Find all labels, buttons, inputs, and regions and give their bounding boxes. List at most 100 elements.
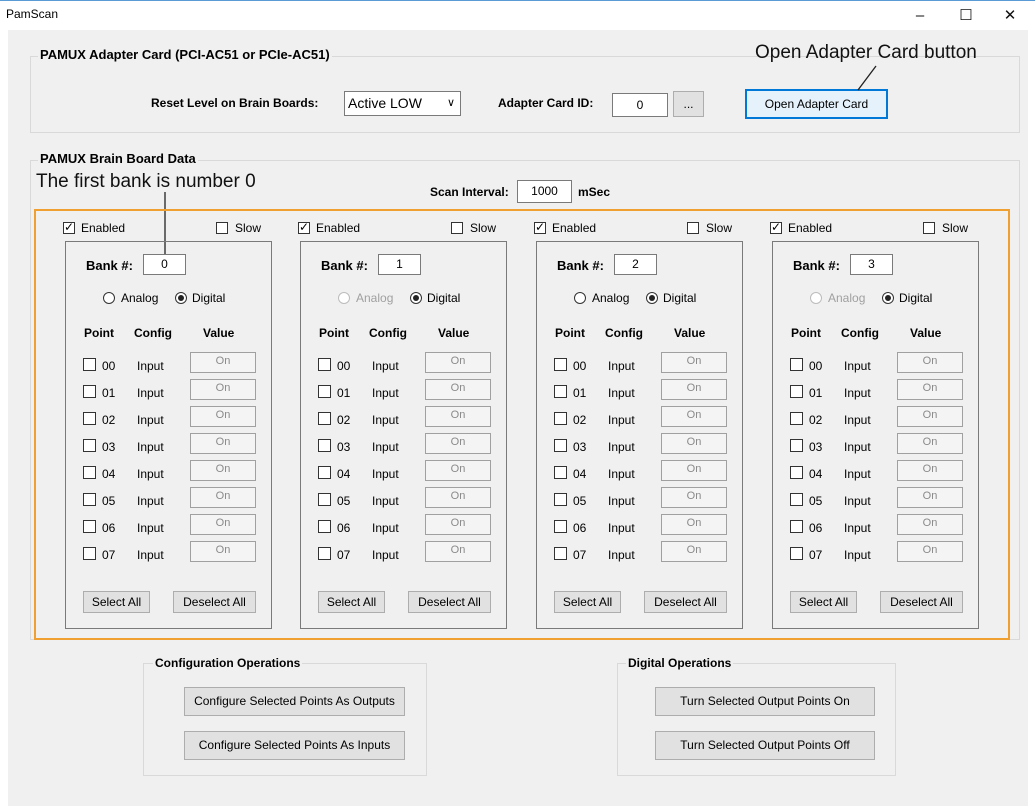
analog-radio[interactable]	[338, 292, 350, 304]
adapter-card-id-field[interactable]: 0	[612, 93, 668, 117]
deselect-all-button[interactable]: Deselect All	[644, 591, 727, 613]
config-ops-label: Configuration Operations	[153, 656, 303, 670]
analog-radio[interactable]	[103, 292, 115, 304]
point-checkbox[interactable]	[790, 412, 803, 425]
analog-label: Analog	[121, 291, 159, 305]
point-config: Input	[844, 521, 871, 535]
point-checkbox[interactable]	[554, 385, 567, 398]
bank-slow-checkbox[interactable]	[923, 222, 935, 234]
deselect-all-button[interactable]: Deselect All	[173, 591, 256, 613]
point-config: Input	[372, 494, 399, 508]
point-checkbox[interactable]	[318, 493, 331, 506]
point-number: 04	[809, 467, 823, 481]
digital-radio[interactable]	[410, 292, 422, 304]
point-checkbox[interactable]	[83, 547, 96, 560]
point-checkbox[interactable]	[83, 358, 96, 371]
point-config: Input	[137, 494, 164, 508]
point-checkbox[interactable]	[554, 466, 567, 479]
adapter-group-label: PAMUX Adapter Card (PCI-AC51 or PCIe-AC5…	[38, 47, 332, 62]
point-number: 05	[337, 494, 351, 508]
point-checkbox[interactable]	[318, 385, 331, 398]
analog-radio[interactable]	[574, 292, 586, 304]
reset-level-select[interactable]: Active LOW ∨	[344, 91, 461, 116]
digital-radio[interactable]	[646, 292, 658, 304]
select-all-button[interactable]: Select All	[83, 591, 150, 613]
minimize-button[interactable]: –	[900, 5, 940, 27]
point-config: Input	[608, 359, 635, 373]
digital-radio[interactable]	[175, 292, 187, 304]
point-config: Input	[844, 413, 871, 427]
point-checkbox[interactable]	[83, 439, 96, 452]
point-number: 02	[337, 413, 351, 427]
point-checkbox[interactable]	[790, 466, 803, 479]
open-button-callout: Open Adapter Card button	[755, 42, 977, 63]
point-checkbox[interactable]	[790, 493, 803, 506]
digital-radio[interactable]	[882, 292, 894, 304]
point-checkbox[interactable]	[318, 358, 331, 371]
point-config: Input	[844, 548, 871, 562]
point-checkbox[interactable]	[318, 439, 331, 452]
title-bar: PamScan – ☐ ✕	[0, 0, 1035, 30]
config-header: Config	[605, 326, 643, 340]
configure-outputs-button[interactable]: Configure Selected Points As Outputs	[184, 687, 405, 716]
select-all-button[interactable]: Select All	[554, 591, 621, 613]
point-checkbox[interactable]	[554, 520, 567, 533]
point-checkbox[interactable]	[318, 412, 331, 425]
turn-points-off-button[interactable]: Turn Selected Output Points Off	[655, 731, 875, 760]
point-checkbox[interactable]	[554, 358, 567, 371]
point-checkbox[interactable]	[83, 520, 96, 533]
deselect-all-button[interactable]: Deselect All	[880, 591, 963, 613]
point-checkbox[interactable]	[83, 385, 96, 398]
point-checkbox[interactable]	[790, 439, 803, 452]
maximize-button[interactable]: ☐	[946, 5, 986, 27]
bank-number-field[interactable]: 1	[378, 254, 421, 275]
close-button[interactable]: ✕	[990, 5, 1030, 27]
select-all-button[interactable]: Select All	[790, 591, 857, 613]
point-checkbox[interactable]	[318, 466, 331, 479]
bank-enabled-checkbox[interactable]	[63, 220, 75, 234]
point-checkbox[interactable]	[790, 547, 803, 560]
point-value: On	[897, 460, 963, 481]
deselect-all-button[interactable]: Deselect All	[408, 591, 491, 613]
point-value: On	[425, 514, 491, 535]
point-value: On	[897, 406, 963, 427]
analog-radio[interactable]	[810, 292, 822, 304]
point-checkbox[interactable]	[318, 547, 331, 560]
point-config: Input	[608, 440, 635, 454]
bank-enabled-checkbox[interactable]	[298, 220, 310, 234]
configure-inputs-button[interactable]: Configure Selected Points As Inputs	[184, 731, 405, 760]
point-checkbox[interactable]	[554, 439, 567, 452]
point-checkbox[interactable]	[554, 412, 567, 425]
bank-slow-checkbox[interactable]	[216, 222, 228, 234]
point-checkbox[interactable]	[554, 493, 567, 506]
point-checkbox[interactable]	[83, 466, 96, 479]
browse-button[interactable]: ...	[673, 91, 704, 117]
point-checkbox[interactable]	[83, 493, 96, 506]
scan-interval-field[interactable]: 1000	[517, 180, 572, 203]
brain-group-label: PAMUX Brain Board Data	[38, 151, 198, 166]
point-checkbox[interactable]	[554, 547, 567, 560]
point-number: 01	[809, 386, 823, 400]
point-value: On	[190, 487, 256, 508]
select-all-button[interactable]: Select All	[318, 591, 385, 613]
bank-number-field[interactable]: 2	[614, 254, 657, 275]
bank-enabled-checkbox[interactable]	[770, 220, 782, 234]
point-checkbox[interactable]	[790, 358, 803, 371]
bank-slow-checkbox[interactable]	[451, 222, 463, 234]
enabled-label: Enabled	[552, 221, 597, 235]
bank-enabled-checkbox[interactable]	[534, 220, 546, 234]
point-checkbox[interactable]	[318, 520, 331, 533]
point-config: Input	[844, 440, 871, 454]
bank-number-label: Bank #:	[321, 258, 368, 273]
bank-number-field[interactable]: 3	[850, 254, 893, 275]
bank-slow-checkbox[interactable]	[687, 222, 699, 234]
point-config: Input	[137, 386, 164, 400]
turn-points-on-button[interactable]: Turn Selected Output Points On	[655, 687, 875, 716]
point-number: 05	[102, 494, 116, 508]
point-number: 06	[102, 521, 116, 535]
point-checkbox[interactable]	[790, 385, 803, 398]
point-checkbox[interactable]	[83, 412, 96, 425]
point-checkbox[interactable]	[790, 520, 803, 533]
bank-number-field[interactable]: 0	[143, 254, 186, 275]
point-number: 00	[337, 359, 351, 373]
